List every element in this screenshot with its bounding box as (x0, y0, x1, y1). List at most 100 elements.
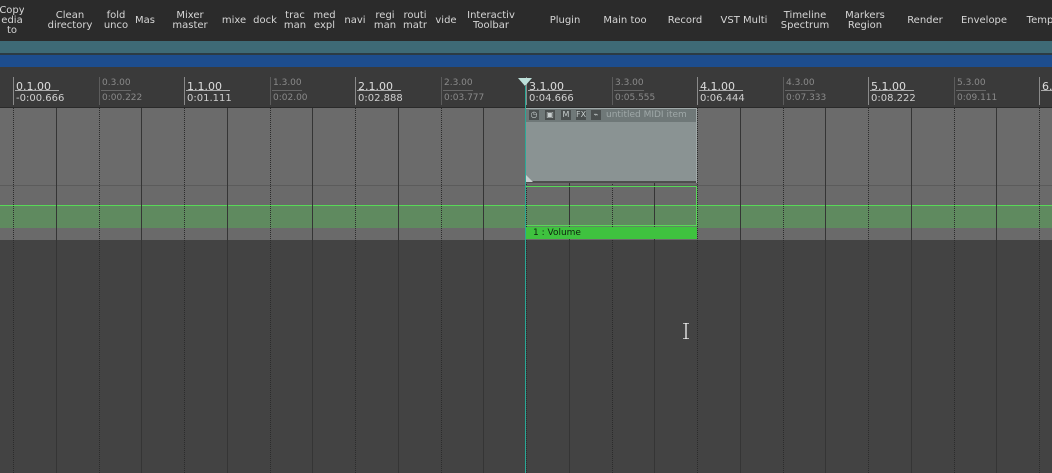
toolbar-button[interactable]: Timeline Spectrum (777, 0, 833, 41)
toolbar-button[interactable]: Envelope (959, 0, 1009, 41)
region-band[interactable] (0, 55, 1052, 67)
ruler-tick (13, 77, 14, 105)
ruler-bar-label: 5.1.00 (871, 80, 906, 93)
ruler-bar-label: 3.3.00 (615, 78, 644, 88)
grid-line (825, 108, 826, 473)
ruler-time-label: 0:02.00 (273, 93, 308, 103)
ruler-tick (697, 77, 698, 105)
ruler-underline (785, 90, 815, 91)
toolbar-button[interactable]: Temp (1026, 0, 1052, 41)
toolbar-button[interactable]: Mas (133, 0, 157, 41)
ruler-tick (441, 77, 442, 105)
toolbar-button[interactable]: vide (434, 0, 458, 41)
grid-line (56, 108, 57, 473)
lock-icon[interactable]: ▣ (545, 110, 555, 120)
ruler-time-label: 0:03.777 (444, 93, 485, 103)
grid-line (868, 108, 870, 473)
toolbar-button[interactable]: Interactiv Toolbar (464, 0, 518, 41)
ruler-underline (15, 90, 59, 91)
grid-line (99, 108, 101, 473)
ruler-time-label: 0:00.222 (102, 93, 143, 103)
ruler-tick (868, 77, 869, 105)
ruler-bar-label: 4.3.00 (786, 78, 815, 88)
ruler-tick (99, 77, 100, 105)
ruler-time-label: 0:01.111 (187, 93, 232, 104)
grid-line (13, 108, 15, 473)
grid-line (398, 108, 399, 473)
ruler-bar-label: 0.1.00 (16, 80, 51, 93)
mute-icon[interactable]: M (561, 110, 571, 120)
toolbar-button[interactable]: Plugin (548, 0, 582, 41)
ruler-underline (443, 90, 473, 91)
toolbar: Copy edia to Clean directory fold unco Mas M… (0, 0, 1052, 42)
toolbar-button[interactable]: trac man (283, 0, 307, 41)
toolbar-button[interactable]: fold unco (102, 0, 130, 41)
grid-line (483, 108, 484, 473)
ruler-bar-label: 2.3.00 (444, 78, 473, 88)
fx-icon[interactable]: FX (576, 110, 586, 120)
ruler-bar-label: 1.3.00 (273, 78, 302, 88)
toolbar-button[interactable]: routi matr (400, 0, 430, 41)
toolbar-button[interactable]: Render (904, 0, 946, 41)
text-cursor-icon (683, 323, 689, 339)
toolbar-button[interactable]: Copy edia to (0, 0, 24, 41)
track-color-band (0, 41, 1052, 53)
resize-handle-icon[interactable] (526, 175, 533, 182)
wave-icon[interactable]: ⌁ (591, 110, 601, 120)
midi-item[interactable]: ◷ ▣ M FX ⌁ untitled MIDI item (525, 108, 697, 183)
ruler-tick (954, 77, 955, 105)
ruler-underline (528, 90, 572, 91)
playhead-flag-icon[interactable] (518, 78, 532, 86)
ruler-time-label: 0:06.444 (700, 93, 745, 104)
ruler-time-label: 0:08.222 (871, 93, 916, 104)
ruler-tick (783, 77, 784, 105)
ruler-tick (612, 77, 613, 105)
grid-line (697, 108, 699, 473)
ruler-time-label: 0:02.888 (358, 93, 403, 104)
ruler-underline (1041, 90, 1052, 91)
ruler-time-label: 0:04.666 (529, 93, 574, 104)
ruler-bar-label: 4.1.00 (700, 80, 735, 93)
volume-envelope-label[interactable]: 1 : Volume (525, 227, 697, 239)
midi-item-baseline (526, 181, 696, 183)
grid-line (312, 108, 313, 473)
toolbar-button[interactable]: Record (665, 0, 705, 41)
toolbar-button[interactable]: Clean directory (48, 0, 92, 41)
ruler-underline (699, 90, 743, 91)
midi-item-header: ◷ ▣ M FX ⌁ untitled MIDI item (526, 109, 696, 122)
toolbar-button[interactable]: VST Multi (720, 0, 768, 41)
grid-line (911, 108, 912, 473)
toolbar-button[interactable]: Markers Region (839, 0, 891, 41)
clock-icon[interactable]: ◷ (529, 110, 539, 120)
ruler-bar-label: 2.1.00 (358, 80, 393, 93)
ruler-time-label: 0:07.333 (786, 93, 827, 103)
grid-line (1039, 108, 1041, 473)
marker-lane[interactable] (0, 67, 1052, 77)
ruler-time-label: -0:00.666 (16, 93, 65, 104)
grid-line (441, 108, 443, 473)
ruler-tick (270, 77, 271, 105)
ruler-underline (614, 90, 644, 91)
toolbar-button[interactable]: navi (343, 0, 367, 41)
ruler-underline (272, 90, 302, 91)
ruler-tick (184, 77, 185, 105)
toolbar-button[interactable]: Mixer master (170, 0, 210, 41)
playhead-cursor[interactable] (525, 86, 526, 473)
envelope-item-outline[interactable] (525, 186, 697, 226)
grid-line (740, 108, 741, 473)
ruler-underline (101, 90, 131, 91)
ruler-tick (355, 77, 356, 105)
grid-line (954, 108, 956, 473)
toolbar-button[interactable]: Main too (602, 0, 648, 41)
ruler-bar-label: 6. (1042, 80, 1052, 93)
toolbar-button[interactable]: regi man (372, 0, 398, 41)
toolbar-button[interactable]: med expl (312, 0, 337, 41)
toolbar-button[interactable]: mixe (221, 0, 247, 41)
ruler-underline (956, 90, 986, 91)
toolbar-button[interactable]: dock (252, 0, 278, 41)
ruler-time-label: 0:09.111 (957, 93, 998, 103)
ruler-bar-label: 0.3.00 (102, 78, 131, 88)
grid-line (184, 108, 186, 473)
grid-line (227, 108, 228, 473)
ruler-underline (186, 90, 230, 91)
